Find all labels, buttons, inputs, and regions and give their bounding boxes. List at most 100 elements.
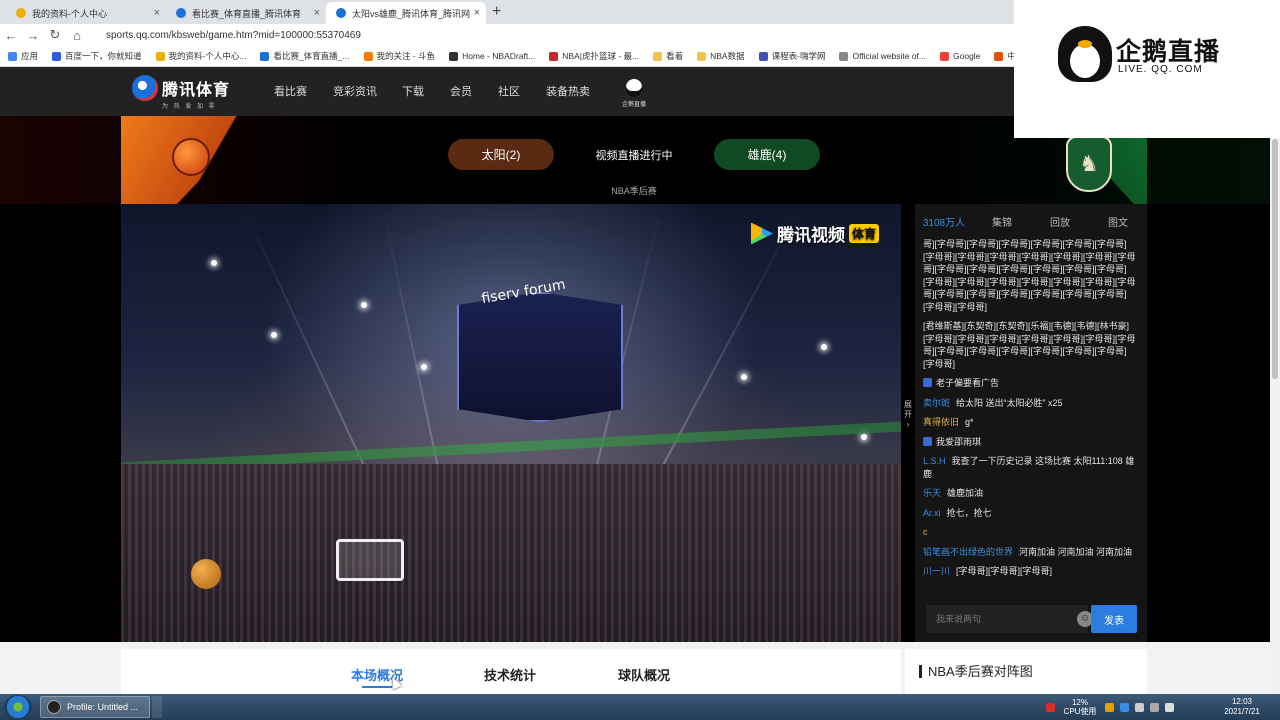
tab-text-live[interactable]: 图文 xyxy=(1089,214,1147,229)
chat-username[interactable]: L.S.H xyxy=(923,456,946,466)
send-button[interactable]: 发表 xyxy=(1091,605,1137,633)
bookmark-item[interactable]: NBA数据 xyxy=(697,50,745,62)
nav-link-gear-shop[interactable]: 装备热卖 xyxy=(546,83,590,99)
chat-text: 老子偏要看广告 xyxy=(936,378,1000,388)
bookmark-item[interactable]: 看着 xyxy=(653,50,683,62)
arena-light xyxy=(421,364,427,370)
chat-username[interactable]: 川一川 xyxy=(923,566,950,576)
chat-text: 哥][字母哥][字母哥][字母哥][字母哥][字母哥][字母哥][字母哥][字母… xyxy=(923,239,1136,312)
page-scrollbar[interactable] xyxy=(1270,67,1280,694)
bookmark-label: 我的关注 - 斗鱼 xyxy=(376,51,436,61)
back-arrow-icon[interactable]: ← xyxy=(0,28,22,43)
bookmark-item[interactable]: 我的资料-个人中心... xyxy=(155,50,246,62)
tab-favicon-icon xyxy=(16,8,26,18)
bookmark-favicon-icon xyxy=(994,51,1004,61)
logo-text: 腾讯体育 xyxy=(162,82,231,99)
chat-text: 给太阳 送出“太阳必胜” x25 xyxy=(956,397,1063,408)
tab-viewers[interactable]: 3108万人 xyxy=(915,214,973,229)
bookmark-label: 看比赛_体育直播_... xyxy=(273,51,350,61)
url-field[interactable]: sports.qq.com/kbsweb/game.htm?mid=100000… xyxy=(106,30,361,41)
qie-live-overlay: 企鹅直播 LIVE. QQ. COM xyxy=(1014,0,1280,138)
away-team-button[interactable]: 雄鹿(4) xyxy=(714,139,820,170)
chat-text: 我查了一下历史记录 这场比赛 太阳111:108 雄鹿 xyxy=(923,456,1135,479)
clock-date: 2021/7/21 xyxy=(1224,707,1260,716)
taskbar-app-obs[interactable]: Profile: Untitled ... xyxy=(40,696,150,718)
tab-team-overview[interactable]: 球队概况 xyxy=(618,665,670,684)
video-player[interactable]: fiserv forum 腾讯视频 体育 xyxy=(121,204,901,642)
user-level-icon xyxy=(923,436,932,446)
browser-tab-1[interactable]: 我的资料-个人中心 × xyxy=(6,2,166,24)
home-icon[interactable]: ⌂ xyxy=(66,28,88,43)
bookmark-item[interactable]: Google xyxy=(940,51,980,61)
obs-icon xyxy=(47,700,61,714)
shield-icon[interactable] xyxy=(1120,702,1129,712)
expand-label: 展开 xyxy=(904,400,912,419)
arena-light xyxy=(741,374,747,380)
qie-live-link[interactable]: 企鹅直播 xyxy=(618,79,650,108)
pen-icon[interactable] xyxy=(1135,702,1144,712)
chat-username[interactable]: 卖尔斑 xyxy=(923,398,950,408)
browser-tab-3[interactable]: 太阳vs雄鹿_腾讯体育_腾讯网 × xyxy=(326,2,486,24)
nav-link-watch[interactable]: 看比赛 xyxy=(274,83,307,99)
bookmark-favicon-icon xyxy=(260,51,270,61)
logo-ball-icon xyxy=(132,75,158,101)
bookmark-item[interactable]: NBA|虎扑篮球 - 最... xyxy=(549,50,639,62)
light-beam xyxy=(241,204,370,477)
chat-username[interactable]: c xyxy=(923,527,928,537)
chat-input[interactable] xyxy=(936,614,1062,624)
chat-username[interactable]: 真得依旧 xyxy=(923,417,959,427)
tab-tech-stats[interactable]: 技术统计 xyxy=(484,665,536,684)
overlay-brand: 企鹅直播 xyxy=(1116,38,1221,66)
tab-replay[interactable]: 回放 xyxy=(1031,214,1089,229)
chat-message: 我爱邵雨琪 xyxy=(923,436,1137,449)
tencent-video-play-icon xyxy=(751,222,773,245)
reload-icon[interactable]: ↻ xyxy=(44,27,66,43)
sogou-ime-icon[interactable] xyxy=(1046,702,1055,712)
overlay-url: LIVE. QQ. COM xyxy=(1118,64,1203,75)
chat-username[interactable]: 乐天 xyxy=(923,488,941,498)
chat-username[interactable]: 铅笔画不出绿色的世界 xyxy=(923,547,1013,557)
nav-link-community[interactable]: 社区 xyxy=(498,83,520,99)
windows-start-icon[interactable] xyxy=(4,695,32,719)
home-team-button[interactable]: 太阳(2) xyxy=(448,139,554,170)
close-tab-icon[interactable]: × xyxy=(154,7,160,19)
bookmark-item[interactable]: Official website of... xyxy=(839,51,926,61)
bookmark-item[interactable]: 应用 xyxy=(8,50,38,62)
scrollbar-thumb[interactable] xyxy=(1272,139,1278,379)
bookmark-item[interactable]: 课程表-嗨学网 xyxy=(758,50,825,62)
bookmark-item[interactable]: 我的关注 - 斗鱼 xyxy=(363,50,436,62)
network-icon[interactable] xyxy=(1150,702,1159,712)
close-tab-icon[interactable]: × xyxy=(474,7,480,19)
tab-highlights[interactable]: 集锦 xyxy=(973,214,1031,229)
bookmark-favicon-icon xyxy=(449,51,459,61)
tencent-sports-logo[interactable]: 腾讯体育 为 热 爱 加 零 xyxy=(132,75,231,110)
nav-link-lottery-news[interactable]: 竞彩资讯 xyxy=(333,83,377,99)
browser-tab-2[interactable]: 看比赛_体育直播_腾讯体育 × xyxy=(166,2,326,24)
chat-panel: 3108万人 集锦 回放 图文 哥][字母哥][字母哥][字母哥][字母哥][字… xyxy=(915,204,1147,642)
bookmark-item[interactable]: 看比赛_体育直播_... xyxy=(260,50,350,62)
bookmark-favicon-icon xyxy=(697,51,707,61)
forward-arrow-icon[interactable]: → xyxy=(22,28,44,43)
nav-link-member[interactable]: 会员 xyxy=(450,83,472,99)
watermark-text: 腾讯视频 xyxy=(777,226,845,245)
ime-icon[interactable] xyxy=(1105,702,1114,712)
taskbar-app-blank[interactable] xyxy=(152,696,162,718)
nav-link-download[interactable]: 下载 xyxy=(402,83,424,99)
chat-username[interactable]: Ar.xi xyxy=(923,508,941,518)
bookmark-favicon-icon xyxy=(839,51,849,61)
system-clock[interactable]: 12:03 2021/7/21 xyxy=(1222,697,1262,717)
bookmark-item[interactable]: 百度一下，你就知道 xyxy=(52,50,142,62)
bookmark-favicon-icon xyxy=(8,51,17,61)
bracket-title[interactable]: NBA季后赛对阵图 xyxy=(919,665,1033,678)
bookmark-label: Home - NBADraft... xyxy=(462,51,536,61)
chat-input-box[interactable]: ☺ xyxy=(926,605,1093,633)
chat-message: Ar.xi 抢七，抢七 xyxy=(923,507,1137,520)
new-tab-button[interactable]: + xyxy=(492,3,501,21)
bookmark-item[interactable]: Home - NBADraft... xyxy=(449,51,535,61)
close-tab-icon[interactable]: × xyxy=(314,7,320,19)
chat-message: [君维斯基][东契奇][东契奇][乐福][韦德][韦德][林书豪][字母哥][字… xyxy=(923,320,1137,370)
volume-icon[interactable] xyxy=(1165,702,1174,712)
penguin-icon xyxy=(626,79,642,97)
expand-toggle[interactable]: 展开 › xyxy=(901,400,915,430)
bookmark-favicon-icon xyxy=(758,51,768,61)
